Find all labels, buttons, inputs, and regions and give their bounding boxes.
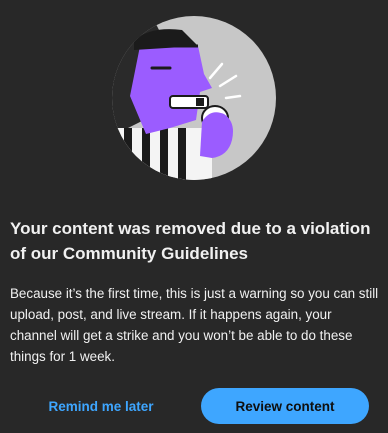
dialog-body: Because it’s the first time, this is jus… bbox=[10, 286, 379, 364]
review-content-button[interactable]: Review content bbox=[201, 388, 369, 424]
remind-me-later-button[interactable]: Remind me later bbox=[36, 389, 166, 423]
referee-whistle-illustration bbox=[112, 16, 276, 180]
dialog-title: Your content was removed due to a violat… bbox=[10, 219, 371, 263]
warning-dialog: Your content was removed due to a violat… bbox=[0, 0, 388, 433]
